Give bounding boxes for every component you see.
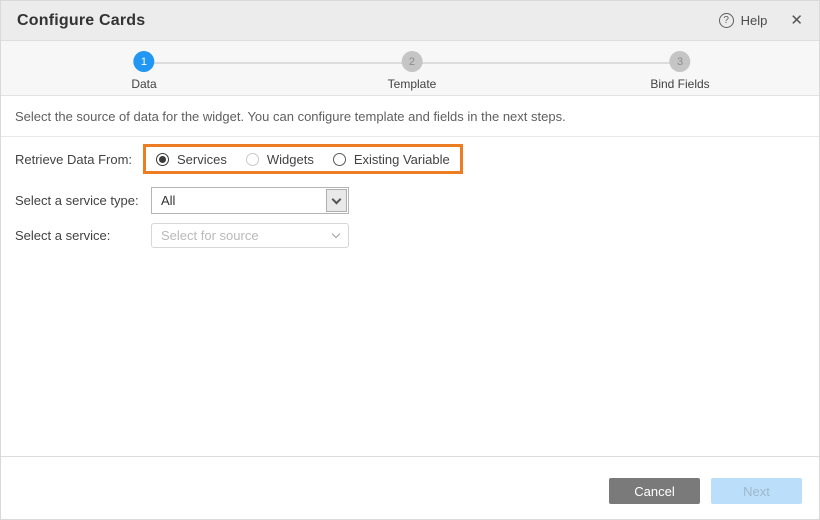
service-row: Select a service: Select for source xyxy=(15,223,805,248)
radio-existing-variable-label: Existing Variable xyxy=(354,152,450,167)
step-data[interactable]: 1 Data xyxy=(131,51,156,91)
step-bind-fields-circle: 3 xyxy=(670,51,691,72)
dialog-header: Configure Cards ? Help ✕ xyxy=(1,1,819,41)
data-source-radio-group: Services Widgets Existing Variable xyxy=(143,144,463,174)
radio-widgets-control[interactable] xyxy=(246,153,259,166)
chevron-down-icon xyxy=(332,230,340,238)
service-type-dropdown-button[interactable] xyxy=(326,189,347,212)
close-icon[interactable]: ✕ xyxy=(790,13,803,28)
retrieve-data-label: Retrieve Data From: xyxy=(15,152,143,167)
service-type-value: All xyxy=(161,193,175,208)
next-button[interactable]: Next xyxy=(711,478,802,504)
radio-existing-variable[interactable]: Existing Variable xyxy=(333,152,450,167)
chevron-down-icon xyxy=(332,194,342,204)
header-actions: ? Help ✕ xyxy=(719,13,803,28)
step-description: Select the source of data for the widget… xyxy=(1,96,819,137)
radio-widgets-label: Widgets xyxy=(267,152,314,167)
step-data-label: Data xyxy=(131,77,156,91)
step-template-label: Template xyxy=(388,77,437,91)
wizard-stepper: 1 Data 2 Template 3 Bind Fields xyxy=(1,41,819,96)
radio-services-label: Services xyxy=(177,152,227,167)
radio-services-control[interactable] xyxy=(156,153,169,166)
cancel-button[interactable]: Cancel xyxy=(609,478,700,504)
radio-services[interactable]: Services xyxy=(156,152,227,167)
help-icon[interactable]: ? xyxy=(719,13,734,28)
radio-existing-variable-control[interactable] xyxy=(333,153,346,166)
service-label: Select a service: xyxy=(15,228,151,243)
data-source-form: Retrieve Data From: Services Widgets Exi… xyxy=(1,144,819,248)
radio-widgets[interactable]: Widgets xyxy=(246,152,314,167)
configure-cards-dialog: Configure Cards ? Help ✕ 1 Data 2 Templa… xyxy=(0,0,820,520)
step-template[interactable]: 2 Template xyxy=(388,51,437,91)
help-button[interactable]: Help xyxy=(741,13,768,28)
service-type-row: Select a service type: All xyxy=(15,187,805,214)
step-template-circle: 2 xyxy=(401,51,422,72)
retrieve-data-row: Retrieve Data From: Services Widgets Exi… xyxy=(15,144,805,174)
step-bind-fields-label: Bind Fields xyxy=(650,77,709,91)
service-type-select[interactable]: All xyxy=(151,187,349,214)
service-type-label: Select a service type: xyxy=(15,193,151,208)
step-data-circle: 1 xyxy=(133,51,154,72)
dialog-footer: Cancel Next xyxy=(1,456,819,519)
step-bind-fields[interactable]: 3 Bind Fields xyxy=(650,51,709,91)
page-title: Configure Cards xyxy=(17,12,145,30)
service-select[interactable]: Select for source xyxy=(151,223,349,248)
service-placeholder: Select for source xyxy=(161,228,259,243)
